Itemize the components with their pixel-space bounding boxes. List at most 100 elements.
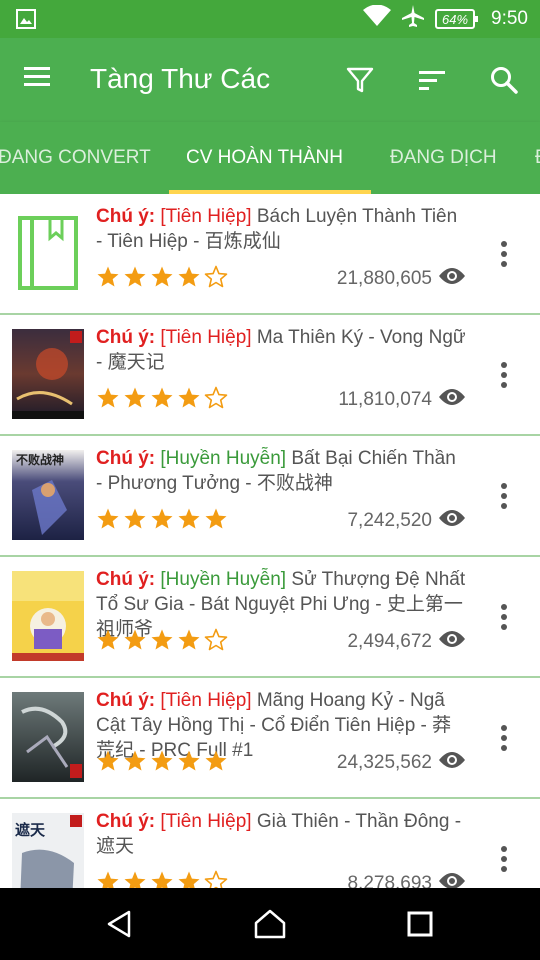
eye-icon: [438, 508, 466, 534]
rating-stars: [96, 507, 228, 535]
svg-text:遮天: 遮天: [15, 821, 46, 839]
eye-icon: [438, 629, 466, 655]
star-filled-icon: [96, 749, 120, 777]
note-label: Chú ý:: [96, 690, 156, 711]
note-label: Chú ý:: [96, 448, 156, 469]
star-filled-icon: [123, 507, 147, 535]
view-count-value: 7,242,520: [347, 510, 432, 531]
view-count-value: 21,880,605: [336, 268, 432, 289]
category-label: [Huyền Huyễn]: [160, 448, 287, 469]
star-filled-icon: [150, 386, 174, 414]
more-options-icon[interactable]: [492, 238, 516, 270]
book-cover: [12, 571, 84, 661]
star-filled-icon: [177, 507, 201, 535]
home-icon[interactable]: [240, 904, 300, 944]
recents-icon[interactable]: [390, 904, 450, 944]
view-count: 21,880,605: [337, 265, 466, 293]
note-label: Chú ý:: [96, 811, 156, 832]
star-empty-icon: [204, 628, 228, 656]
app-title: Tàng Thư Các: [90, 63, 271, 94]
eye-icon: [438, 750, 466, 776]
battery-level: 64%: [441, 11, 469, 27]
rating-stars: [96, 870, 228, 888]
eye-icon: [438, 387, 466, 413]
view-count: 8,278,693: [347, 870, 466, 888]
filter-icon[interactable]: [340, 60, 380, 100]
more-options-icon[interactable]: [492, 722, 516, 754]
star-filled-icon: [204, 507, 228, 535]
star-filled-icon: [96, 628, 120, 656]
book-cover: [12, 692, 84, 782]
book-title: Chú ý: [Tiên Hiệp] Bách Luyện Thành Tiên…: [96, 204, 466, 254]
book-cover: 不败战神: [12, 450, 84, 540]
back-icon[interactable]: [90, 904, 150, 944]
star-filled-icon: [177, 749, 201, 777]
star-empty-icon: [204, 265, 228, 293]
star-filled-icon: [177, 265, 201, 293]
eye-icon: [438, 871, 466, 888]
note-label: Chú ý:: [96, 206, 156, 227]
view-count-value: 24,325,562: [336, 752, 432, 773]
rating-stars: [96, 628, 228, 656]
menu-icon[interactable]: [22, 65, 62, 97]
eye-icon: [438, 266, 466, 292]
book-list: Chú ý: [Tiên Hiệp] Bách Luyện Thành Tiên…: [0, 194, 540, 888]
category-label: [Tiên Hiệp]: [160, 690, 252, 711]
view-count: 24,325,562: [337, 749, 466, 777]
system-nav-bar: [0, 888, 540, 960]
list-item[interactable]: Chú ý: [Tiên Hiệp] Mãng Hoang Kỷ - Ngã C…: [0, 678, 540, 799]
star-filled-icon: [96, 265, 120, 293]
list-item[interactable]: 不败战神 Chú ý: [Huyền Huyễn] Bất Bại Chiến …: [0, 436, 540, 557]
sort-icon[interactable]: [412, 60, 452, 100]
view-count-value: 2,494,672: [347, 631, 432, 652]
clock: 9:50: [491, 8, 528, 29]
tab-bar: ĐANG CONVERT CV HOÀN THÀNH ĐANG DỊCH Đ: [0, 122, 540, 194]
star-filled-icon: [150, 628, 174, 656]
rating-stars: [96, 386, 228, 414]
star-filled-icon: [96, 386, 120, 414]
view-count: 2,494,672: [347, 628, 466, 656]
star-filled-icon: [204, 749, 228, 777]
star-filled-icon: [177, 628, 201, 656]
rating-stars: [96, 749, 228, 777]
more-options-icon[interactable]: [492, 480, 516, 512]
list-item[interactable]: Chú ý: [Tiên Hiệp] Ma Thiên Ký - Vong Ng…: [0, 315, 540, 436]
star-filled-icon: [96, 870, 120, 888]
star-filled-icon: [123, 265, 147, 293]
star-empty-icon: [204, 870, 228, 888]
note-label: Chú ý:: [96, 569, 156, 590]
note-label: Chú ý:: [96, 327, 156, 348]
category-label: [Tiên Hiệp]: [160, 206, 252, 227]
tab-overflow[interactable]: Đ: [535, 122, 540, 194]
view-count: 7,242,520: [347, 507, 466, 535]
star-filled-icon: [96, 507, 120, 535]
battery-icon: 64%: [434, 9, 479, 29]
airplane-icon: [401, 4, 425, 34]
star-filled-icon: [150, 870, 174, 888]
status-bar: 64% 9:50: [0, 0, 540, 38]
star-filled-icon: [123, 628, 147, 656]
star-empty-icon: [204, 386, 228, 414]
more-options-icon[interactable]: [492, 359, 516, 391]
more-options-icon[interactable]: [492, 601, 516, 633]
list-item[interactable]: Chú ý: [Huyền Huyễn] Sử Thượng Đệ Nhất T…: [0, 557, 540, 678]
star-filled-icon: [150, 265, 174, 293]
tab-dang-dich[interactable]: ĐANG DỊCH: [390, 122, 497, 194]
book-cover: [12, 208, 84, 298]
view-count-value: 11,810,074: [338, 389, 432, 410]
image-icon: [16, 9, 36, 34]
book-cover: 遮天: [12, 813, 84, 888]
star-filled-icon: [177, 386, 201, 414]
tab-dang-convert[interactable]: ĐANG CONVERT: [0, 122, 151, 194]
list-item[interactable]: 遮天 Chú ý: [Tiên Hiệp] Già Thiên - Thần Đ…: [0, 799, 540, 888]
list-item[interactable]: Chú ý: [Tiên Hiệp] Bách Luyện Thành Tiên…: [0, 194, 540, 315]
view-count-value: 8,278,693: [347, 873, 432, 888]
star-filled-icon: [123, 386, 147, 414]
search-icon[interactable]: [484, 60, 524, 100]
star-filled-icon: [123, 870, 147, 888]
more-options-icon[interactable]: [492, 843, 516, 875]
tab-cv-hoan-thanh[interactable]: CV HOÀN THÀNH: [186, 122, 343, 194]
star-filled-icon: [177, 870, 201, 888]
star-filled-icon: [150, 749, 174, 777]
wifi-icon: [362, 4, 391, 33]
